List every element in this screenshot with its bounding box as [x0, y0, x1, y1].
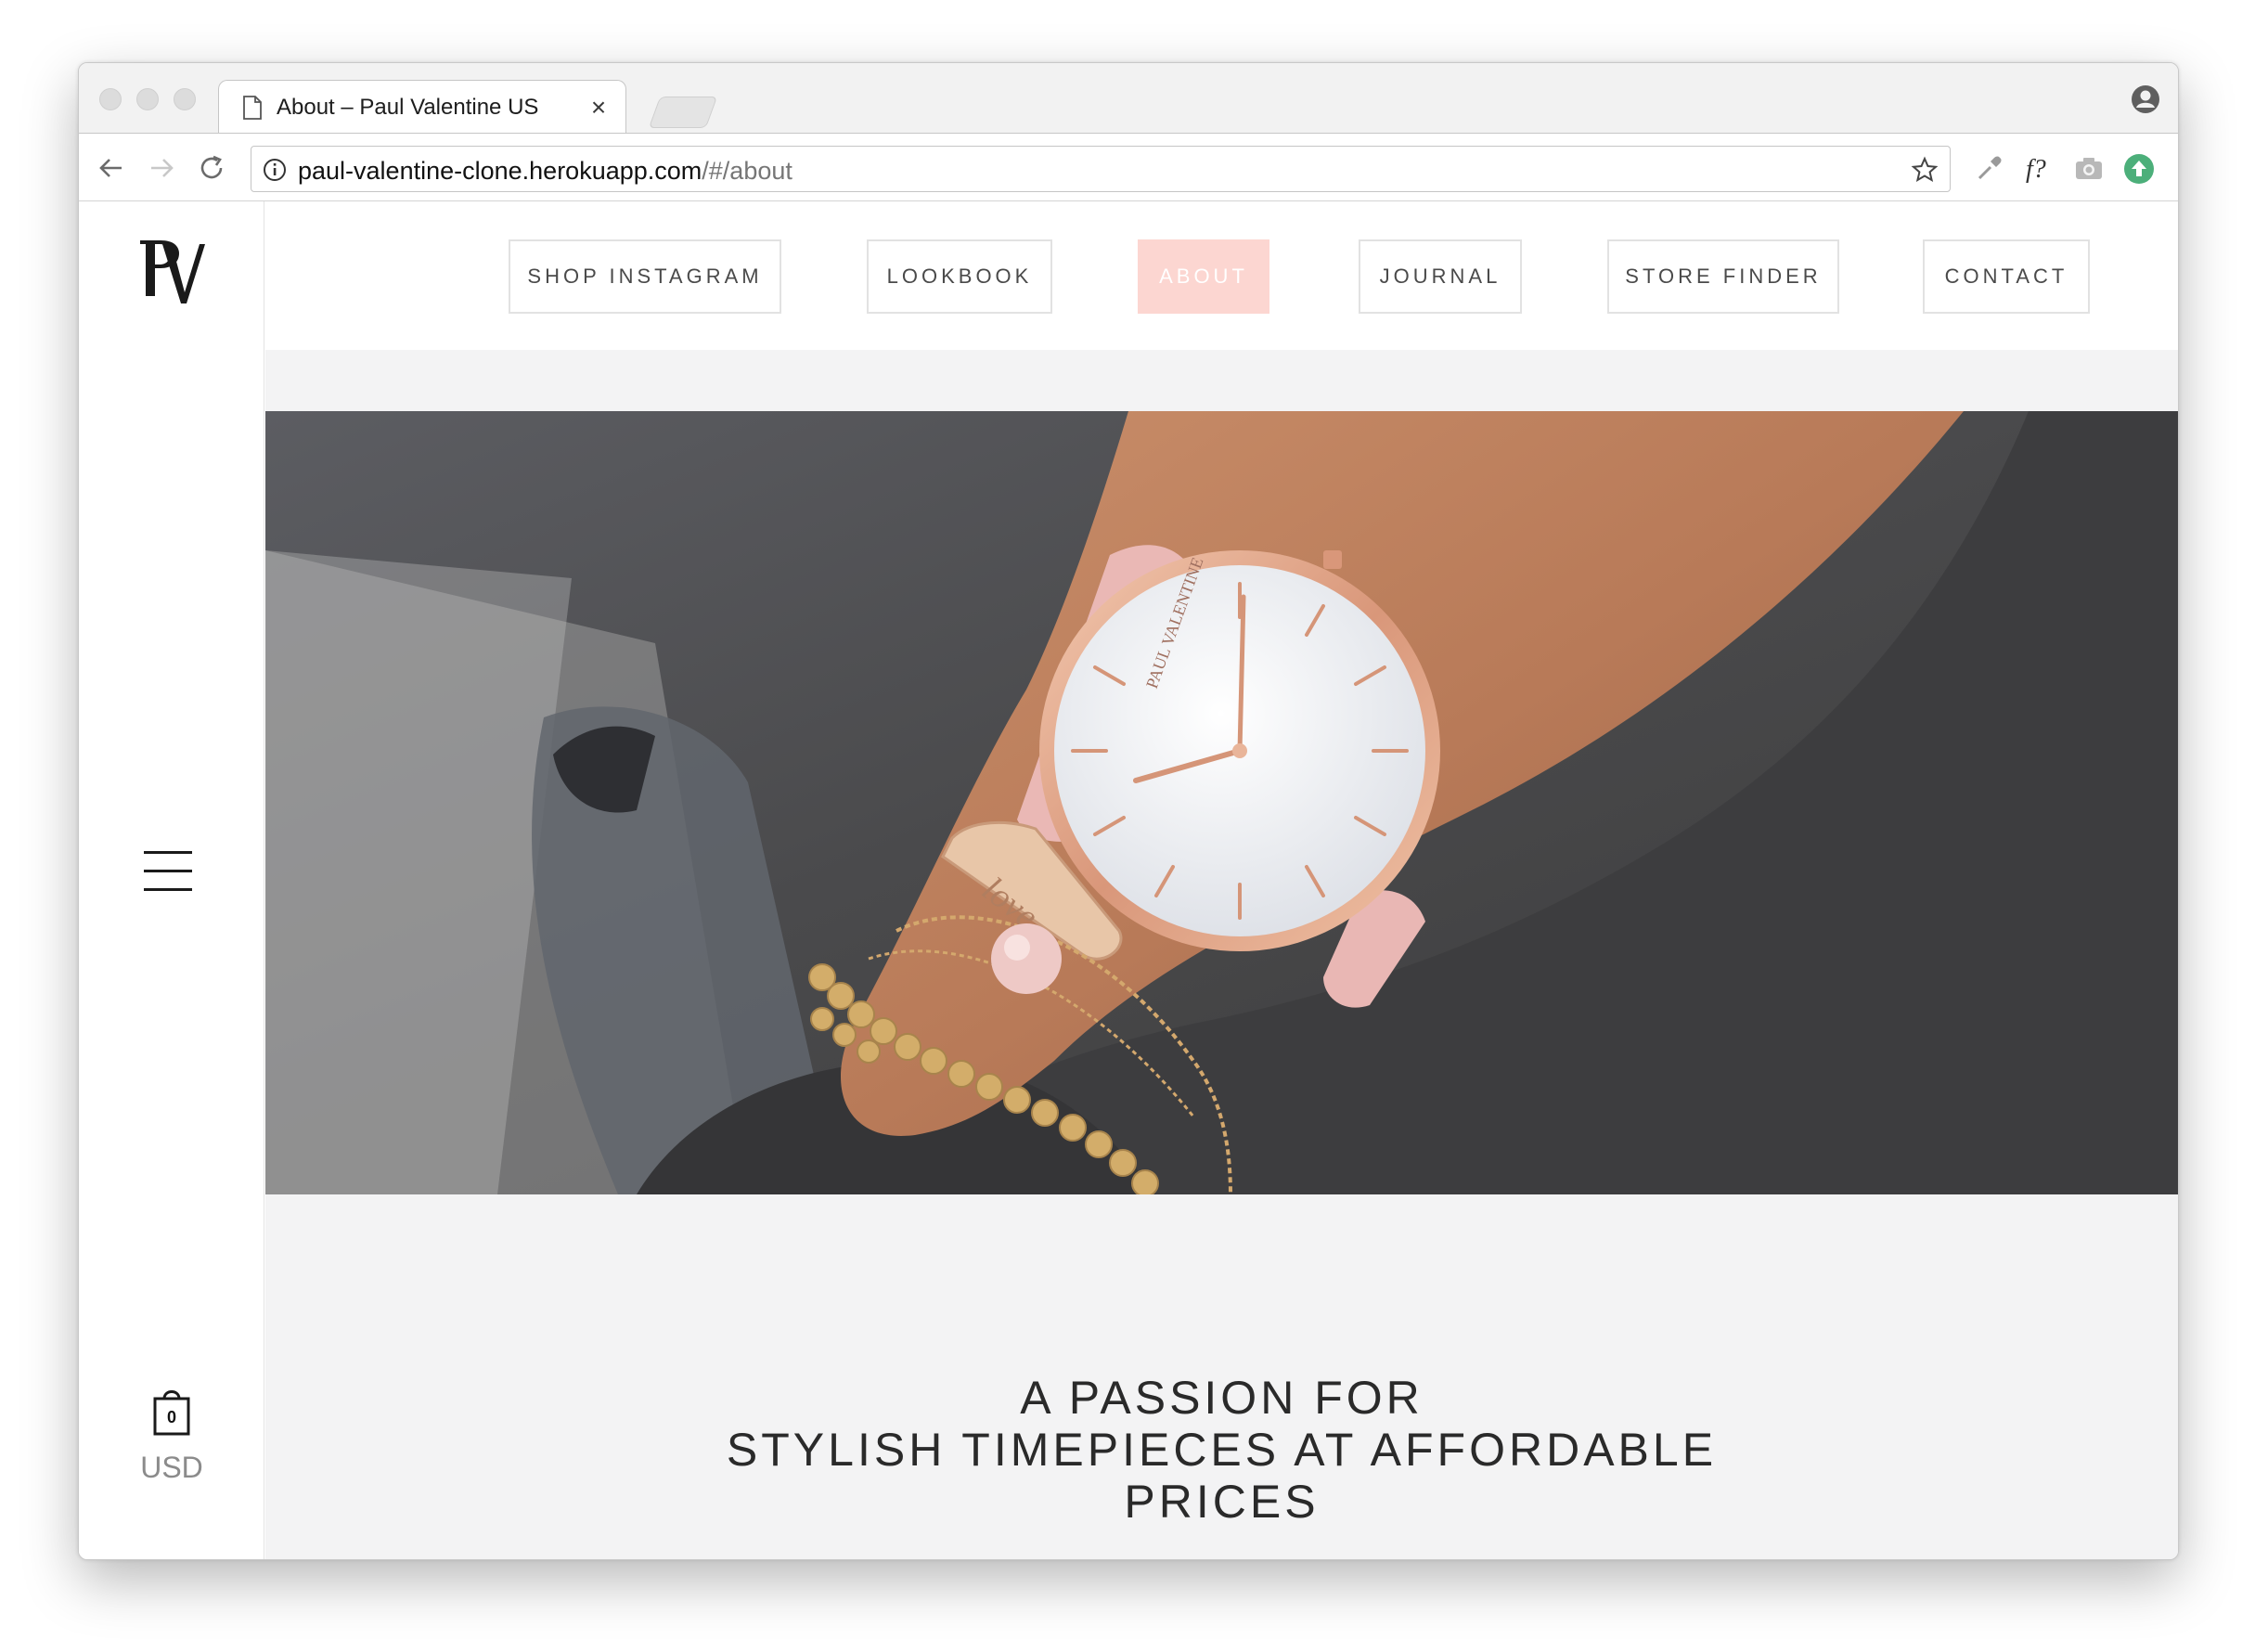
tab-close-button[interactable]: × — [585, 93, 612, 123]
nav-lookbook[interactable]: LOOKBOOK — [867, 239, 1052, 314]
browser-toolbar: paul-valentine-clone.herokuapp.com/#/abo… — [79, 133, 2178, 201]
title-bar: About – Paul Valentine US × — [79, 63, 2178, 134]
forward-arrow-icon[interactable] — [146, 152, 177, 184]
shopping-bag-icon[interactable]: 0 — [151, 1387, 192, 1438]
tagline-line-3: PRICES — [1124, 1476, 1320, 1528]
bookmark-star-icon[interactable] — [1911, 156, 1939, 184]
browser-tab[interactable]: About – Paul Valentine US × — [218, 80, 626, 134]
tagline-line-2: STYLISH TIMEPIECES AT AFFORDABLE — [726, 1424, 1718, 1476]
minimize-window-button[interactable] — [136, 88, 159, 110]
reload-icon[interactable] — [196, 152, 227, 184]
currency-selector[interactable]: USD — [79, 1451, 264, 1485]
page-content: 0 USD SHOP INSTAGRAM LOOKBOOK ABOUT JOUR… — [79, 201, 2178, 1559]
svg-text:f?: f? — [2026, 155, 2046, 184]
url-path: /#/about — [702, 157, 792, 185]
url-text: paul-valentine-clone.herokuapp.com/#/abo… — [298, 157, 792, 186]
cart-count: 0 — [166, 1408, 176, 1426]
address-bar[interactable]: paul-valentine-clone.herokuapp.com/#/abo… — [251, 146, 1951, 192]
about-tagline: A PASSION FOR STYLISH TIMEPIECES AT AFFO… — [265, 1372, 2178, 1528]
info-icon[interactable] — [263, 158, 287, 182]
eyedropper-icon[interactable] — [1972, 152, 2005, 186]
top-navigation: SHOP INSTAGRAM LOOKBOOK ABOUT JOURNAL ST… — [265, 201, 2178, 350]
browser-window: About – Paul Valentine US × paul-valenti… — [78, 62, 2179, 1560]
close-window-button[interactable] — [99, 88, 122, 110]
maximize-window-button[interactable] — [174, 88, 196, 110]
hero-watch-image: PAUL VALENTINE love — [265, 411, 2178, 1194]
new-tab-button[interactable] — [648, 97, 718, 128]
tagline-line-1: A PASSION FOR — [1020, 1372, 1424, 1424]
page-icon — [243, 96, 262, 120]
back-arrow-icon[interactable] — [96, 152, 127, 184]
main-content: SHOP INSTAGRAM LOOKBOOK ABOUT JOURNAL ST… — [265, 201, 2178, 1559]
url-host: paul-valentine-clone.herokuapp.com — [298, 157, 702, 185]
tab-title: About – Paul Valentine US — [277, 95, 539, 120]
font-detect-icon[interactable]: f? — [2022, 152, 2055, 186]
nav-about[interactable]: ABOUT — [1138, 239, 1269, 314]
nav-journal[interactable]: JOURNAL — [1359, 239, 1522, 314]
profile-icon[interactable] — [2130, 84, 2161, 115]
camera-icon[interactable] — [2072, 152, 2106, 186]
paul-valentine-logo[interactable] — [135, 235, 209, 309]
menu-hamburger-icon[interactable] — [144, 851, 196, 897]
nav-store-finder[interactable]: STORE FINDER — [1607, 239, 1839, 314]
nav-contact[interactable]: CONTACT — [1923, 239, 2090, 314]
extension-upload-icon[interactable] — [2122, 152, 2156, 186]
sidebar: 0 USD — [79, 201, 264, 1559]
nav-shop-instagram[interactable]: SHOP INSTAGRAM — [509, 239, 781, 314]
